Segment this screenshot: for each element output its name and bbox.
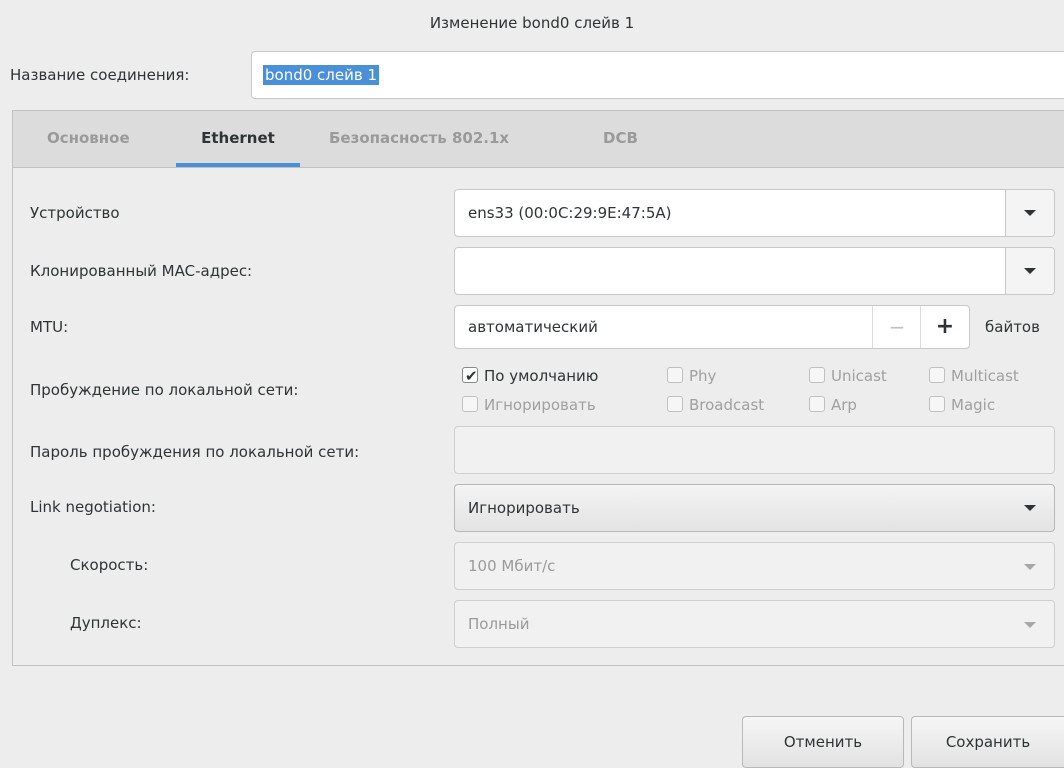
- link-negotiation-value: Игнорировать: [468, 499, 580, 517]
- cloned-mac-combo[interactable]: [454, 247, 1055, 295]
- duplex-label: Дуплекс:: [70, 614, 142, 632]
- checkbox-box: ✔: [462, 367, 478, 385]
- device-label: Устройство: [30, 204, 120, 222]
- checkbox-box: [929, 396, 945, 412]
- tab-security-8021x[interactable]: Безопасность 802.1x: [329, 111, 509, 167]
- wol-label: Пробуждение по локальной сети:: [30, 381, 299, 399]
- tab-dcb[interactable]: DCB: [603, 111, 638, 167]
- wol-password-input[interactable]: [454, 426, 1055, 474]
- speed-combo[interactable]: 100 Мбит/с: [454, 542, 1055, 590]
- tab-general[interactable]: Основное: [47, 111, 130, 167]
- wol-password-label: Пароль пробуждения по локальной сети:: [30, 443, 360, 461]
- wol-phy-label: Phy: [689, 367, 717, 385]
- cancel-button[interactable]: Отменить: [742, 716, 904, 768]
- wol-broadcast-label: Broadcast: [689, 396, 765, 414]
- tab-bar: Основное Ethernet Безопасность 802.1x DC…: [13, 111, 1064, 168]
- wol-ignore-label: Игнорировать: [484, 396, 596, 414]
- wol-multicast-label: Multicast: [951, 367, 1019, 385]
- chevron-down-icon: [1024, 622, 1036, 628]
- wol-unicast-label: Unicast: [831, 367, 887, 385]
- wol-arp-label: Arp: [831, 396, 857, 414]
- mtu-value: автоматический: [468, 318, 598, 336]
- checkbox-box: [667, 367, 683, 383]
- mtu-unit-label: байтов: [985, 318, 1040, 336]
- chevron-down-icon: [1024, 268, 1036, 274]
- link-negotiation-combo[interactable]: Игнорировать: [454, 484, 1055, 532]
- device-dropdown-button[interactable]: [1005, 190, 1054, 236]
- checkbox-box: [929, 367, 945, 383]
- device-value: ens33 (00:0C:29:9E:47:5A): [468, 204, 672, 222]
- mtu-decrement-button[interactable]: −: [872, 306, 921, 348]
- wol-default-label: По умолчанию: [484, 367, 599, 385]
- connection-name-label: Название соединения:: [10, 66, 190, 84]
- mtu-increment-button[interactable]: +: [920, 306, 969, 348]
- speed-label: Скорость:: [70, 556, 149, 574]
- mtu-spinbutton[interactable]: автоматический − +: [454, 305, 970, 349]
- chevron-down-icon: [1024, 210, 1036, 216]
- device-combo[interactable]: ens33 (00:0C:29:9E:47:5A): [454, 189, 1055, 237]
- chevron-down-icon: [1024, 564, 1036, 570]
- connection-name-input[interactable]: bond0 слейв 1: [251, 51, 1064, 99]
- tab-ethernet[interactable]: Ethernet: [176, 111, 300, 167]
- duplex-combo[interactable]: Полный: [454, 600, 1055, 648]
- connection-name-value: bond0 слейв 1: [263, 65, 380, 85]
- window-title: Изменение bond0 слейв 1: [429, 14, 635, 32]
- save-button[interactable]: Сохранить: [911, 716, 1064, 768]
- checkbox-box: [667, 396, 683, 412]
- checkbox-box: [809, 396, 825, 412]
- chevron-down-icon: [1024, 505, 1036, 511]
- speed-value: 100 Мбит/с: [468, 557, 556, 575]
- cloned-mac-label: Клонированный MAC-адрес:: [30, 262, 253, 280]
- mtu-label: MTU:: [30, 318, 69, 336]
- duplex-value: Полный: [468, 615, 530, 633]
- link-negotiation-label: Link negotiation:: [30, 498, 156, 516]
- cloned-mac-dropdown-button[interactable]: [1005, 248, 1054, 294]
- checkbox-box: [462, 396, 478, 412]
- wol-magic-label: Magic: [951, 396, 996, 414]
- checkbox-box: [809, 367, 825, 383]
- check-icon: ✔: [465, 367, 478, 385]
